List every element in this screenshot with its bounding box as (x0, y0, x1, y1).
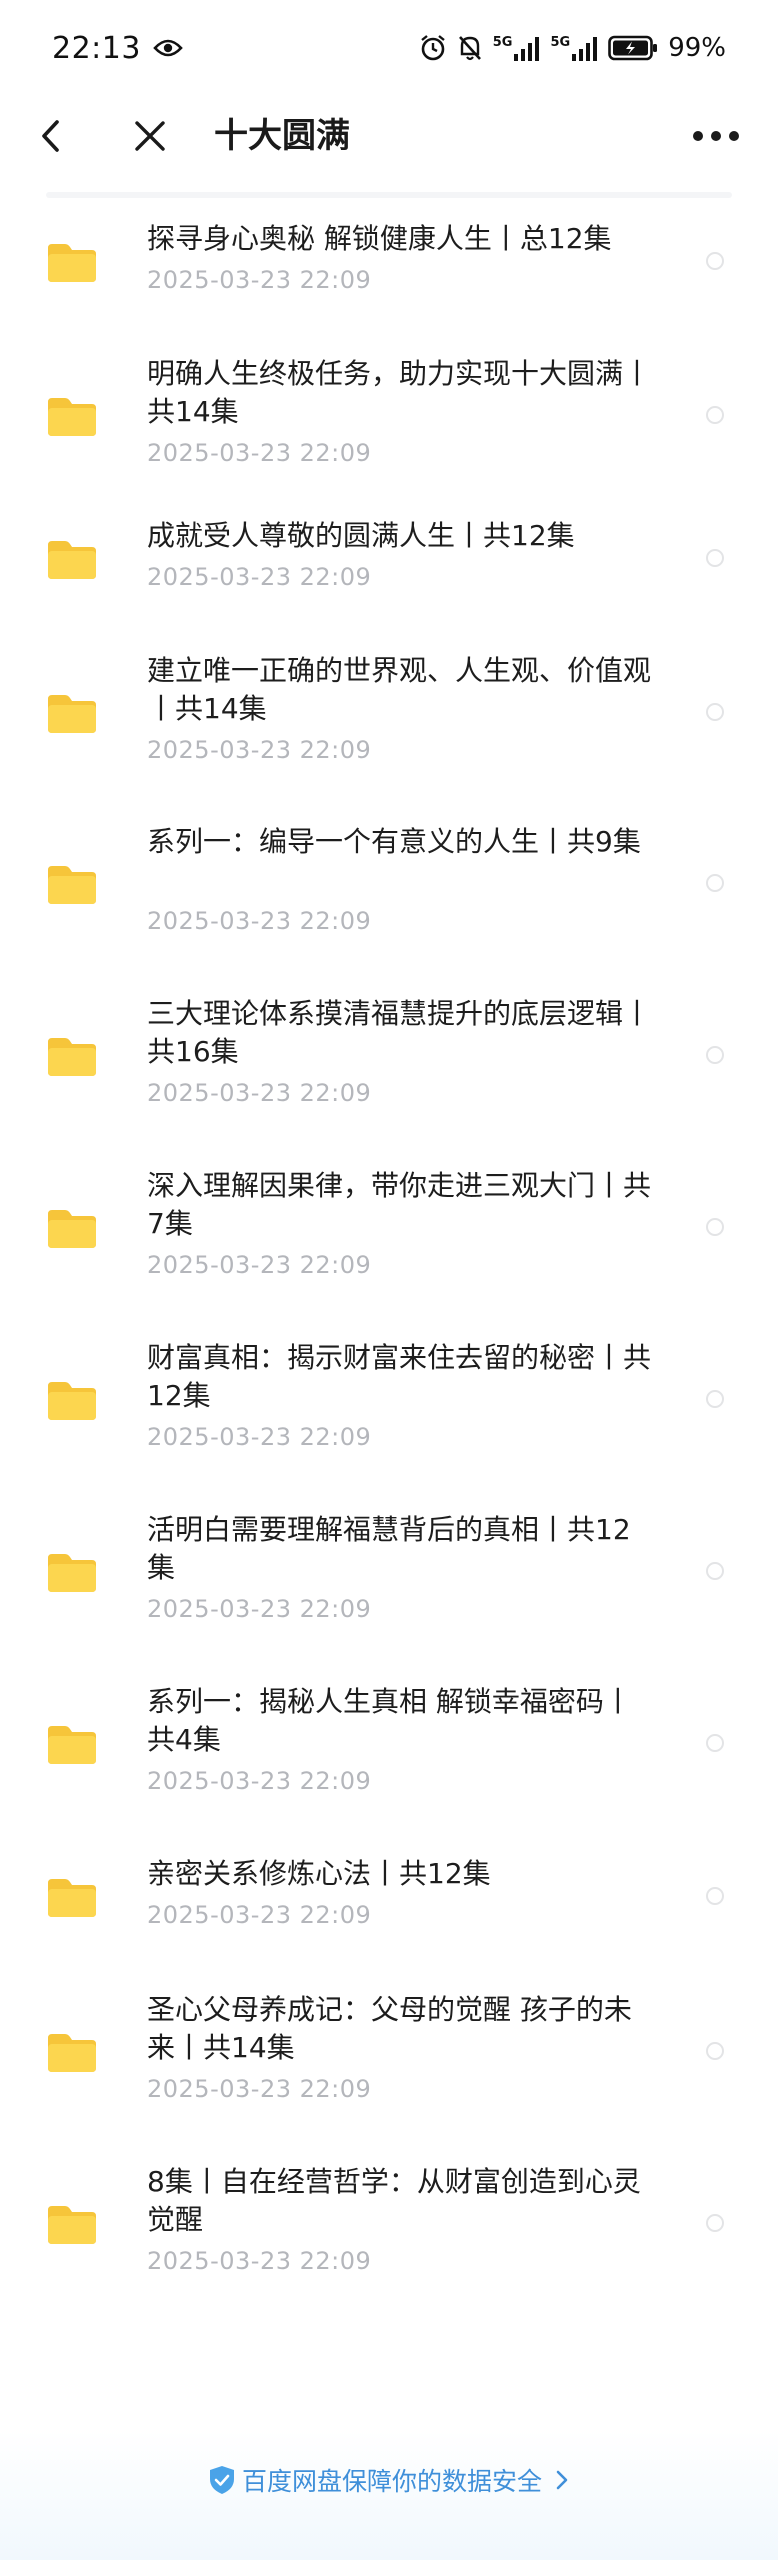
file-row[interactable]: 活明白需要理解福慧背后的真相丨共12集 2025-03-23 22:09 (0, 1511, 778, 1661)
file-date: 2025-03-23 22:09 (147, 2247, 372, 2275)
chevron-right-icon (556, 2470, 568, 2490)
status-bar: 22:13 5G 5G 99% (0, 0, 778, 96)
footer: 百度网盘保障你的数据安全 (0, 2430, 778, 2560)
file-date: 2025-03-23 22:09 (147, 736, 372, 764)
signal-group-2: 5G (550, 36, 598, 61)
file-title: 财富真相：揭示财富来住去留的秘密丨共12集 (147, 1341, 652, 1412)
file-title: 系列一：揭秘人生真相 解锁幸福密码丨共4集 (147, 1685, 632, 1756)
status-indicators: 5G 5G 99% (419, 33, 726, 63)
divider (46, 192, 732, 198)
footer-link[interactable]: 百度网盘保障你的数据安全 (0, 2462, 778, 2498)
folder-icon (48, 1726, 96, 1764)
file-date: 2025-03-23 22:09 (147, 1767, 372, 1795)
signal-icon (514, 36, 540, 61)
file-date: 2025-03-23 22:09 (147, 1901, 372, 1929)
folder-icon (48, 244, 96, 282)
signal-icon (572, 36, 598, 61)
file-date: 2025-03-23 22:09 (147, 1079, 372, 1107)
eye-icon (153, 39, 183, 57)
folder-icon (48, 1038, 96, 1076)
select-radio[interactable] (706, 1218, 724, 1236)
file-title: 三大理论体系摸清福慧提升的底层逻辑丨共16集 (147, 997, 652, 1068)
file-title: 探寻身心奥秘 解锁健康人生丨总12集 (147, 222, 612, 255)
file-row[interactable]: 建立唯一正确的世界观、人生观、价值观丨共14集 2025-03-23 22:09 (0, 652, 778, 802)
file-row[interactable]: 圣心父母养成记：父母的觉醒 孩子的未来丨共14集 2025-03-23 22:09 (0, 1991, 778, 2141)
file-date: 2025-03-23 22:09 (147, 1595, 372, 1623)
select-radio[interactable] (706, 703, 724, 721)
file-title: 亲密关系修炼心法丨共12集 (147, 1857, 491, 1890)
more-icon[interactable] (690, 114, 742, 158)
battery-percent: 99% (668, 33, 726, 63)
file-row[interactable]: 深入理解因果律，带你走进三观大门丨共7集 2025-03-23 22:09 (0, 1167, 778, 1317)
folder-icon (48, 1879, 96, 1917)
nav-bar: 十大圆满 (0, 96, 778, 176)
file-title: 明确人生终极任务，助力实现十大圆满丨共14集 (147, 357, 652, 428)
select-radio[interactable] (706, 406, 724, 424)
close-icon[interactable] (128, 114, 172, 158)
status-time: 22:13 (52, 30, 141, 66)
select-radio[interactable] (706, 1390, 724, 1408)
alarm-icon (421, 35, 445, 61)
file-row[interactable]: 8集丨自在经营哲学：从财富创造到心灵觉醒 2025-03-23 22:09 (0, 2163, 778, 2313)
file-title: 系列一：编导一个有意义的人生丨共9集 (147, 825, 641, 858)
battery-icon (608, 35, 658, 61)
file-title: 建立唯一正确的世界观、人生观、价值观丨共14集 (147, 654, 652, 725)
file-row[interactable]: 系列一：编导一个有意义的人生丨共9集 2025-03-23 22:09 (0, 823, 778, 973)
file-row[interactable]: 成就受人尊敬的圆满人生丨共12集 2025-03-23 22:09 (0, 517, 778, 637)
select-radio[interactable] (706, 1562, 724, 1580)
file-row[interactable]: 财富真相：揭示财富来住去留的秘密丨共12集 2025-03-23 22:09 (0, 1339, 778, 1489)
folder-icon (48, 1210, 96, 1248)
file-date: 2025-03-23 22:09 (147, 1423, 372, 1451)
file-row[interactable]: 三大理论体系摸清福慧提升的底层逻辑丨共16集 2025-03-23 22:09 (0, 995, 778, 1145)
file-title: 8集丨自在经营哲学：从财富创造到心灵觉醒 (147, 2165, 641, 2236)
mute-bell-icon (458, 36, 481, 61)
file-row[interactable]: 探寻身心奥秘 解锁健康人生丨总12集 2025-03-23 22:09 (0, 220, 778, 340)
file-title: 圣心父母养成记：父母的觉醒 孩子的未来丨共14集 (147, 1993, 632, 2064)
select-radio[interactable] (706, 2214, 724, 2232)
folder-icon (48, 1382, 96, 1420)
file-date: 2025-03-23 22:09 (147, 907, 372, 935)
file-title: 深入理解因果律，带你走进三观大门丨共7集 (147, 1169, 652, 1240)
network-type-2: 5G (550, 34, 571, 50)
select-radio[interactable] (706, 252, 724, 270)
folder-icon (48, 2206, 96, 2244)
select-radio[interactable] (706, 1734, 724, 1752)
file-date: 2025-03-23 22:09 (147, 563, 372, 591)
folder-icon (48, 1554, 96, 1592)
select-radio[interactable] (706, 549, 724, 567)
file-date: 2025-03-23 22:09 (147, 1251, 372, 1279)
footer-text: 百度网盘保障你的数据安全 (241, 2467, 542, 2496)
file-date: 2025-03-23 22:09 (147, 266, 372, 294)
folder-icon (48, 398, 96, 436)
file-row[interactable]: 亲密关系修炼心法丨共12集 2025-03-23 22:09 (0, 1855, 778, 1975)
folder-icon (48, 695, 96, 733)
signal-group-1: 5G (493, 36, 541, 61)
select-radio[interactable] (706, 1046, 724, 1064)
file-date: 2025-03-23 22:09 (147, 439, 372, 467)
folder-icon (48, 541, 96, 579)
select-radio[interactable] (706, 874, 724, 892)
file-row[interactable]: 明确人生终极任务，助力实现十大圆满丨共14集 2025-03-23 22:09 (0, 355, 778, 505)
shield-icon (209, 2466, 234, 2494)
file-date: 2025-03-23 22:09 (147, 2075, 372, 2103)
file-title: 活明白需要理解福慧背后的真相丨共12集 (147, 1513, 631, 1584)
select-radio[interactable] (706, 1887, 724, 1905)
folder-icon (48, 866, 96, 904)
select-radio[interactable] (706, 2042, 724, 2060)
back-arrow-icon[interactable] (30, 114, 74, 158)
file-title: 成就受人尊敬的圆满人生丨共12集 (147, 519, 575, 552)
network-type-1: 5G (492, 34, 513, 50)
folder-icon (48, 2034, 96, 2072)
file-row[interactable]: 系列一：揭秘人生真相 解锁幸福密码丨共4集 2025-03-23 22:09 (0, 1683, 778, 1833)
page-title: 十大圆满 (214, 116, 350, 156)
